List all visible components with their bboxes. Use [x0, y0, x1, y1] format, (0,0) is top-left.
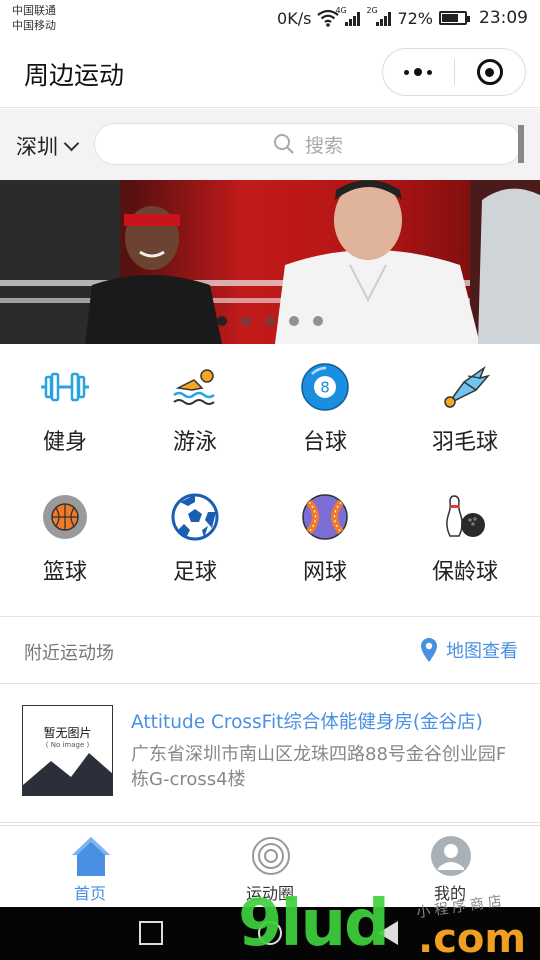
category-label: 羽毛球 [431, 430, 498, 455]
map-view-link[interactable]: 地图查看 [420, 637, 518, 663]
venue-list-item[interactable]: 暂无图片 ( No image ) Attitude CrossFit综合体能健… [0, 684, 540, 822]
category-billiards[interactable]: 8 台球 [260, 344, 390, 464]
category-swimming[interactable]: 游泳 [130, 344, 260, 464]
clock: 23:09 [479, 8, 528, 28]
net-speed: 0K/s [277, 8, 312, 28]
watermark: 9lud .com 小程序商店 [238, 887, 526, 960]
venue-address: 广东省深圳市南山区龙珠四路88号金谷创业园F栋G-cross4楼 [131, 744, 507, 790]
battery-icon [439, 11, 470, 25]
map-link-label: 地图查看 [446, 641, 518, 662]
category-fitness[interactable]: 健身 [0, 344, 130, 464]
search-placeholder: 搜索 [304, 134, 343, 157]
more-dots-icon [404, 68, 433, 76]
net-type-2: 2G [366, 6, 378, 15]
section-title: 附近运动场 [24, 643, 114, 664]
carrier-2: 中国移动 [12, 19, 56, 32]
venue-thumbnail: 暂无图片 ( No image ) [22, 705, 113, 796]
watermark-suffix: .com [418, 916, 527, 960]
baseball-icon [302, 494, 348, 540]
carousel-dot[interactable] [289, 316, 299, 326]
page-title: 周边运动 [24, 61, 125, 90]
tab-label: 首页 [73, 884, 106, 903]
status-bar: 中国联通 中国移动 0K/s 4G 2G 72% 23:09 [0, 0, 540, 38]
category-label: 网球 [302, 560, 347, 585]
close-miniprogram-button[interactable] [455, 49, 526, 95]
city-label: 深圳 [16, 135, 58, 159]
venue-name: Attitude CrossFit综合体能健身房(金谷店) [131, 712, 483, 733]
category-label: 健身 [42, 430, 87, 455]
signal-1-icon: 4G [335, 6, 361, 26]
watermark-main: 9lud [238, 887, 390, 960]
city-selector[interactable]: 深圳 [16, 131, 80, 161]
thumb-text: 暂无图片 [43, 726, 92, 740]
carousel-dot[interactable] [241, 316, 251, 326]
mountain-icon [23, 753, 112, 795]
carousel-dot[interactable] [217, 316, 227, 326]
dumbbell-icon [41, 372, 89, 402]
net-type-1: 4G [335, 6, 347, 15]
location-pin-icon [421, 638, 437, 662]
basketball-icon [43, 495, 87, 539]
category-tennis[interactable]: 网球 [260, 474, 390, 594]
chevron-down-icon [63, 135, 80, 151]
category-grid: 健身 游泳 8 台球 羽毛球 篮球 足球 网球 保龄球 [0, 344, 540, 616]
capsule-menu [382, 48, 526, 96]
carousel-dot[interactable] [265, 316, 275, 326]
category-label: 保龄球 [431, 560, 498, 585]
bowling-icon [446, 495, 485, 537]
category-soccer[interactable]: 足球 [130, 474, 260, 594]
home-icon [72, 837, 110, 876]
user-avatar-icon [431, 836, 471, 876]
svg-text:8: 8 [320, 379, 330, 397]
target-icon [476, 59, 503, 85]
search-input[interactable]: 搜索 [94, 123, 522, 165]
category-basketball[interactable]: 篮球 [0, 474, 130, 594]
search-icon [273, 134, 294, 154]
scrollbar[interactable] [518, 125, 524, 163]
category-badminton[interactable]: 羽毛球 [400, 344, 530, 464]
shuttlecock-icon [444, 365, 490, 408]
search-row: 深圳 搜索 [0, 109, 540, 180]
carousel-dot[interactable] [313, 316, 323, 326]
list-divider [0, 822, 540, 823]
billiard-ball-icon: 8 [301, 363, 349, 411]
more-button[interactable] [383, 49, 454, 95]
nav-bar: 周边运动 [0, 38, 540, 108]
nearby-header: 附近运动场 地图查看 [0, 617, 540, 683]
tab-home[interactable]: 首页 [30, 830, 150, 906]
category-label: 台球 [302, 430, 347, 455]
category-label: 篮球 [42, 560, 87, 585]
category-bowling[interactable]: 保龄球 [400, 474, 530, 594]
signal-2-icon: 2G [366, 6, 392, 26]
carrier-1: 中国联通 [12, 4, 56, 17]
recent-apps-button[interactable] [139, 921, 163, 945]
swimmer-icon [173, 369, 215, 405]
battery-percent: 72% [397, 8, 433, 28]
carrier-info: 中国联通 中国移动 [12, 3, 56, 33]
circle-ring-icon [252, 837, 290, 875]
soccer-ball-icon [171, 493, 219, 541]
category-label: 足球 [172, 560, 217, 585]
status-indicators: 0K/s 4G 2G 72% 23:09 [277, 6, 528, 30]
category-label: 游泳 [172, 430, 217, 455]
